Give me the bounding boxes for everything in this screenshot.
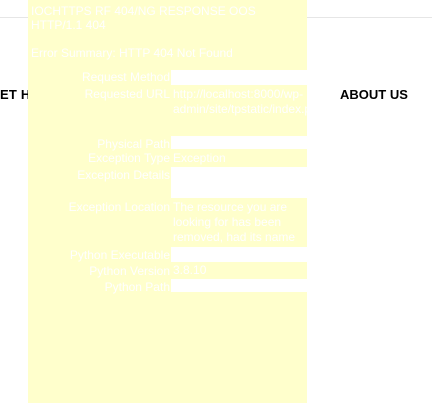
error-title: IOCHTTPS RF 404/NG RESPONSE OOS HTTP/1.1…	[31, 4, 256, 32]
row-label-physical-path: Physical Path	[97, 137, 170, 151]
row-label-python-version: Python Version	[89, 264, 170, 278]
row-value-exception-type: Exception	[171, 151, 307, 166]
row-value-python-path	[171, 279, 307, 292]
row-label-exception-type: Exception Type	[88, 151, 170, 165]
row-value-exception-location: The resource you are looking for has bee…	[171, 200, 307, 259]
row-label-request-method: Request Method	[81, 70, 170, 84]
page: ET H ABOUT US IOCHTTPS RF 404/NG RESPONS…	[0, 0, 432, 403]
row-label-exception-details: Exception Details	[77, 168, 170, 182]
row-value-python-executable	[171, 247, 307, 262]
row-value-physical-path	[171, 136, 307, 149]
separator	[173, 298, 307, 299]
row-value-requested-url: http://localhost:8000/wp-admin/site/tpst…	[171, 87, 307, 135]
row-label-python-executable: Python Executable	[69, 248, 170, 262]
error-panel: IOCHTTPS RF 404/NG RESPONSE OOS HTTP/1.1…	[28, 0, 307, 403]
row-label-exception-location: Exception Location	[68, 200, 170, 214]
row-label-python-path: Python Path	[104, 280, 170, 294]
row-value-request-method	[171, 70, 307, 85]
error-subtitle: Error Summary: HTTP 404 Not Found	[31, 46, 233, 60]
row-value-python-version: 3.8.10	[171, 263, 307, 278]
row-value-exception-details	[171, 167, 307, 198]
row-label-requested-url: Requested URL	[84, 87, 170, 101]
nav-item-about-us[interactable]: ABOUT US	[340, 87, 408, 102]
nav-item-left[interactable]: ET H	[0, 87, 30, 102]
